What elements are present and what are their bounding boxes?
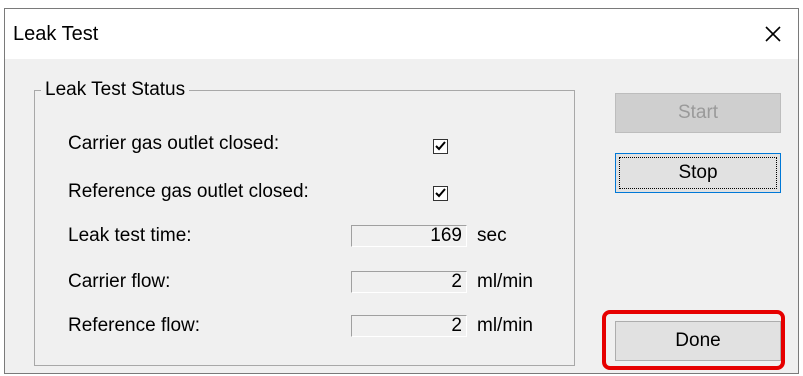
check-icon (435, 188, 446, 198)
reference-flow-value: 2 (351, 315, 467, 337)
done-highlight-annotation (602, 310, 785, 370)
group-legend: Leak Test Status (41, 79, 190, 101)
reference-flow-unit: ml/min (477, 315, 533, 336)
leak-test-time-label: Leak test time: (68, 225, 192, 246)
title-bar: Leak Test (5, 9, 798, 59)
reference-gas-outlet-label: Reference gas outlet closed: (68, 181, 309, 202)
leak-test-time-unit: sec (477, 225, 507, 246)
carrier-gas-outlet-checkbox[interactable] (433, 139, 448, 154)
carrier-flow-label: Carrier flow: (68, 271, 171, 292)
carrier-flow-value: 2 (351, 271, 467, 293)
window-title: Leak Test (13, 23, 99, 45)
check-icon (435, 141, 446, 151)
leak-test-time-value: 169 (351, 225, 467, 247)
leak-test-status-group: Leak Test Status Carrier gas outlet clos… (34, 79, 575, 366)
close-icon[interactable] (758, 19, 788, 49)
carrier-gas-outlet-label: Carrier gas outlet closed: (68, 133, 280, 154)
start-button[interactable]: Start (615, 93, 781, 133)
reference-gas-outlet-checkbox[interactable] (433, 186, 448, 201)
stop-button[interactable]: Stop (615, 153, 781, 193)
reference-flow-label: Reference flow: (68, 315, 201, 336)
focus-rect (619, 157, 777, 189)
carrier-flow-unit: ml/min (477, 271, 533, 292)
